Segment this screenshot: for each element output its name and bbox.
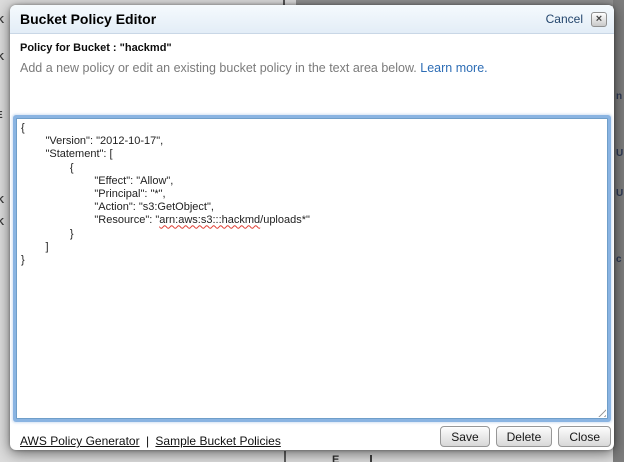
background-text-fragment: K bbox=[0, 16, 4, 26]
learn-more-link[interactable]: Learn more. bbox=[420, 61, 487, 75]
bucket-name-label: Policy for Bucket : "hackmd" bbox=[20, 42, 172, 54]
dialog-title: Bucket Policy Editor bbox=[20, 11, 546, 27]
background-text-fragment: E bbox=[332, 455, 339, 462]
cancel-link[interactable]: Cancel bbox=[546, 12, 583, 26]
background-text-fragment: K bbox=[0, 53, 4, 63]
background-text-fragment: K bbox=[0, 218, 4, 228]
background-text-fragment-tick bbox=[370, 455, 372, 462]
background-column-divider-bottom bbox=[284, 451, 286, 462]
footer-buttons: Save Delete Close bbox=[440, 426, 611, 447]
close-icon[interactable]: × bbox=[591, 12, 607, 27]
background-text-fragment: E bbox=[0, 111, 3, 121]
resize-handle[interactable] bbox=[595, 406, 606, 417]
background-text-fragment: c bbox=[616, 255, 622, 265]
link-divider: | bbox=[146, 434, 149, 448]
delete-button[interactable]: Delete bbox=[496, 426, 553, 447]
screen: K K E K K n U U c E Bucket Policy Editor… bbox=[0, 0, 624, 462]
policy-textarea[interactable]: { "Version": "2012-10-17", "Statement": … bbox=[16, 118, 608, 419]
background-text-fragment: n bbox=[616, 92, 622, 102]
close-button[interactable]: Close bbox=[558, 426, 611, 447]
background-text-fragment: U bbox=[616, 149, 623, 159]
policy-textarea-content: { "Version": "2012-10-17", "Statement": … bbox=[21, 122, 603, 267]
sample-bucket-policies-link[interactable]: Sample Bucket Policies bbox=[155, 434, 280, 448]
background-dark-panel-right bbox=[613, 0, 624, 462]
bucket-policy-editor-dialog: Bucket Policy Editor Cancel × Policy for… bbox=[10, 5, 614, 450]
aws-policy-generator-link[interactable]: AWS Policy Generator bbox=[20, 434, 140, 448]
instructions-body: Add a new policy or edit an existing buc… bbox=[20, 61, 417, 75]
instructions-text: Add a new policy or edit an existing buc… bbox=[20, 61, 488, 75]
background-text-fragment: K bbox=[0, 196, 4, 206]
save-button[interactable]: Save bbox=[440, 426, 489, 447]
background-text-fragment: U bbox=[616, 189, 623, 199]
footer-links: AWS Policy Generator | Sample Bucket Pol… bbox=[20, 434, 281, 448]
dialog-header: Bucket Policy Editor Cancel × bbox=[10, 5, 614, 34]
